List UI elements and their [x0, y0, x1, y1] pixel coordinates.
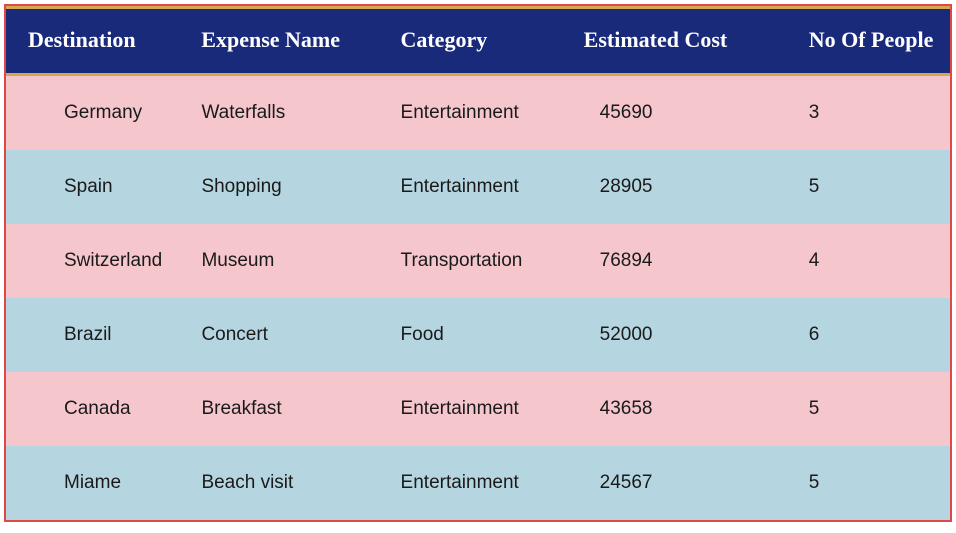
table-header-row: Destination Expense Name Category Estima… [6, 6, 950, 76]
cell-cost: 28905 [574, 176, 783, 198]
cell-cost: 45690 [574, 102, 783, 124]
expense-table: Destination Expense Name Category Estima… [4, 4, 952, 522]
cell-expense: Concert [175, 324, 374, 346]
cell-expense: Waterfalls [175, 102, 374, 124]
cell-category: Entertainment [375, 102, 574, 124]
cell-destination: Spain [6, 176, 175, 198]
header-expense-name: Expense Name [175, 27, 374, 53]
cell-category: Food [375, 324, 574, 346]
cell-category: Entertainment [375, 398, 574, 420]
cell-category: Entertainment [375, 472, 574, 494]
table-row: Germany Waterfalls Entertainment 45690 3 [6, 76, 950, 150]
cell-category: Entertainment [375, 176, 574, 198]
cell-destination: Canada [6, 398, 175, 420]
cell-cost: 43658 [574, 398, 783, 420]
cell-expense: Museum [175, 250, 374, 272]
cell-people: 5 [783, 176, 950, 198]
header-no-of-people: No Of People [783, 27, 950, 53]
cell-people: 3 [783, 102, 950, 124]
table-body: Germany Waterfalls Entertainment 45690 3… [6, 76, 950, 520]
header-estimated-cost: Estimated Cost [574, 27, 783, 53]
cell-destination: Switzerland [6, 250, 175, 272]
cell-people: 6 [783, 324, 950, 346]
cell-people: 5 [783, 398, 950, 420]
cell-category: Transportation [375, 250, 574, 272]
cell-destination: Brazil [6, 324, 175, 346]
cell-people: 5 [783, 472, 950, 494]
table-row: Switzerland Museum Transportation 76894 … [6, 224, 950, 298]
cell-destination: Miame [6, 472, 175, 494]
cell-people: 4 [783, 250, 950, 272]
header-category: Category [374, 27, 573, 53]
table-row: Brazil Concert Food 52000 6 [6, 298, 950, 372]
header-destination: Destination [6, 27, 175, 53]
table-row: Canada Breakfast Entertainment 43658 5 [6, 372, 950, 446]
cell-expense: Breakfast [175, 398, 374, 420]
cell-cost: 52000 [574, 324, 783, 346]
cell-destination: Germany [6, 102, 175, 124]
cell-cost: 24567 [574, 472, 783, 494]
table-row: Spain Shopping Entertainment 28905 5 [6, 150, 950, 224]
cell-cost: 76894 [574, 250, 783, 272]
table-row: Miame Beach visit Entertainment 24567 5 [6, 446, 950, 520]
cell-expense: Beach visit [175, 472, 374, 494]
cell-expense: Shopping [175, 176, 374, 198]
